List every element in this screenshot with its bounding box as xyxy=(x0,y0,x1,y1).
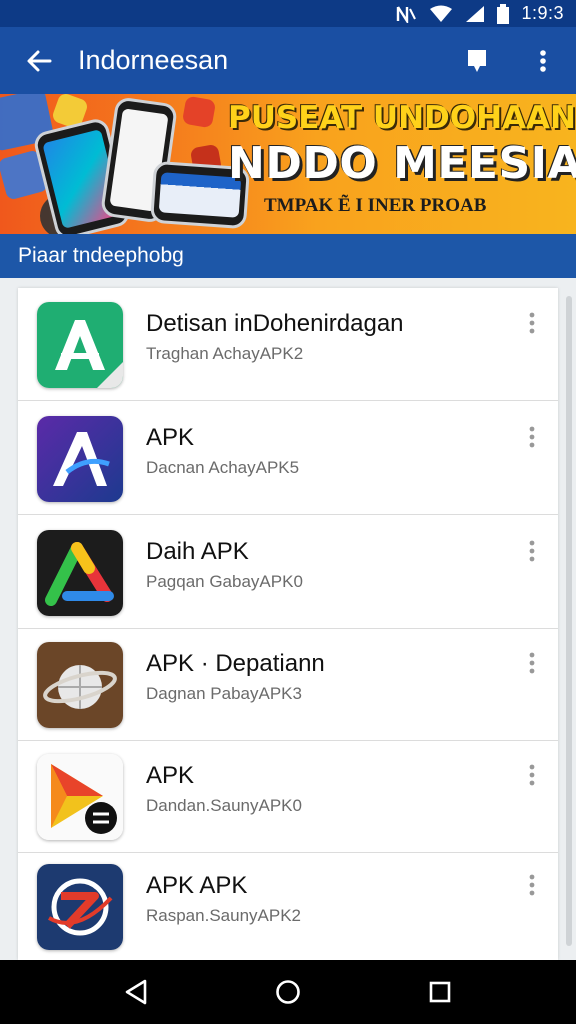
more-vert-icon xyxy=(529,874,535,896)
list-item[interactable]: APK · Depatiann Dagnan PabayAPK3 xyxy=(18,628,558,741)
app-subtitle: Dagnan PabayAPK3 xyxy=(146,684,302,703)
app-name: APK xyxy=(146,762,195,789)
nav-home-button[interactable] xyxy=(258,964,318,1020)
app-name: APK · Depatiann xyxy=(146,650,325,677)
item-more-button[interactable] xyxy=(520,536,544,566)
item-more-button[interactable] xyxy=(520,648,544,678)
list-item[interactable]: Detisan inDohenirdagan Traghan AchayAPK2 xyxy=(18,288,558,401)
signal-icon xyxy=(465,4,485,24)
more-vert-icon xyxy=(529,652,535,674)
nav-back-button[interactable] xyxy=(106,964,166,1020)
item-more-button[interactable] xyxy=(520,760,544,790)
app-subtitle: Pagqan GabayAPK0 xyxy=(146,572,303,591)
status-bar: 1:9:3 xyxy=(0,0,576,27)
nfc-icon xyxy=(395,4,417,24)
list-item[interactable]: APK Dandan.SaunyAPK0 xyxy=(18,740,558,853)
back-triangle-icon xyxy=(125,979,147,1005)
app-name: Daih APK xyxy=(146,538,249,565)
nav-recents-button[interactable] xyxy=(410,964,470,1020)
overflow-menu-button[interactable] xyxy=(510,27,576,94)
app-name: APK xyxy=(146,424,195,451)
app-name: Detisan inDohenirdagan xyxy=(146,310,404,337)
banner-app-tile xyxy=(181,95,217,129)
status-time: 1:9:3 xyxy=(521,3,564,23)
bookmark-button[interactable] xyxy=(444,27,510,94)
purple-a-logo-icon xyxy=(37,416,123,502)
page-title: Indorneesan xyxy=(78,45,229,75)
play-arrow-logo-icon xyxy=(37,754,123,840)
more-vert-icon xyxy=(540,49,546,72)
planet-ring-logo-icon xyxy=(37,642,123,728)
battery-icon xyxy=(497,3,510,24)
recents-square-icon xyxy=(429,981,451,1003)
app-subtitle: Dacnan AchayAPK5 xyxy=(146,458,300,477)
banner-tagline: TMPAK Ẽ I INER PROAB xyxy=(264,195,487,216)
app-subtitle: Traghan AchayAPK2 xyxy=(146,344,304,363)
list-item[interactable]: Daih APK Pagqan GabayAPK0 xyxy=(18,516,558,629)
section-header: Piaar tndeephobg xyxy=(0,234,576,278)
multicolor-triangle-logo-icon xyxy=(37,530,123,616)
app-list: Detisan inDohenirdagan Traghan AchayAPK2… xyxy=(18,288,558,963)
app-subtitle: Raspan.SaunyAPK2 xyxy=(146,906,301,925)
banner-headline: PUSEAT UNDOHAAN xyxy=(228,100,576,136)
wifi-icon xyxy=(429,4,453,24)
banner-headline-large: NDDO MEESIA xyxy=(228,138,576,189)
system-nav-bar xyxy=(0,960,576,1024)
item-more-button[interactable] xyxy=(520,308,544,338)
list-item[interactable]: APK APK Raspan.SaunyAPK2 xyxy=(18,850,558,963)
green-a-logo-icon xyxy=(37,302,123,388)
item-more-button[interactable] xyxy=(520,422,544,452)
more-vert-icon xyxy=(529,540,535,562)
scrollbar[interactable] xyxy=(566,296,572,946)
red-swoosh-logo-icon xyxy=(37,864,123,950)
bookmark-icon xyxy=(468,49,486,72)
list-item[interactable]: APK Dacnan AchayAPK5 xyxy=(18,402,558,515)
more-vert-icon xyxy=(529,312,535,334)
more-vert-icon xyxy=(529,426,535,448)
app-bar: Indorneesan xyxy=(0,27,576,94)
section-title: Piaar tndeephobg xyxy=(18,244,184,267)
app-name: APK APK xyxy=(146,872,248,899)
more-vert-icon xyxy=(529,764,535,786)
promo-banner[interactable]: PUSEAT UNDOHAAN NDDO MEESIA TMPAK Ẽ I IN… xyxy=(0,94,576,234)
app-subtitle: Dandan.SaunyAPK0 xyxy=(146,796,302,815)
home-circle-icon xyxy=(276,980,300,1004)
item-more-button[interactable] xyxy=(520,870,544,900)
back-button[interactable] xyxy=(0,27,78,94)
arrow-back-icon xyxy=(27,50,52,71)
